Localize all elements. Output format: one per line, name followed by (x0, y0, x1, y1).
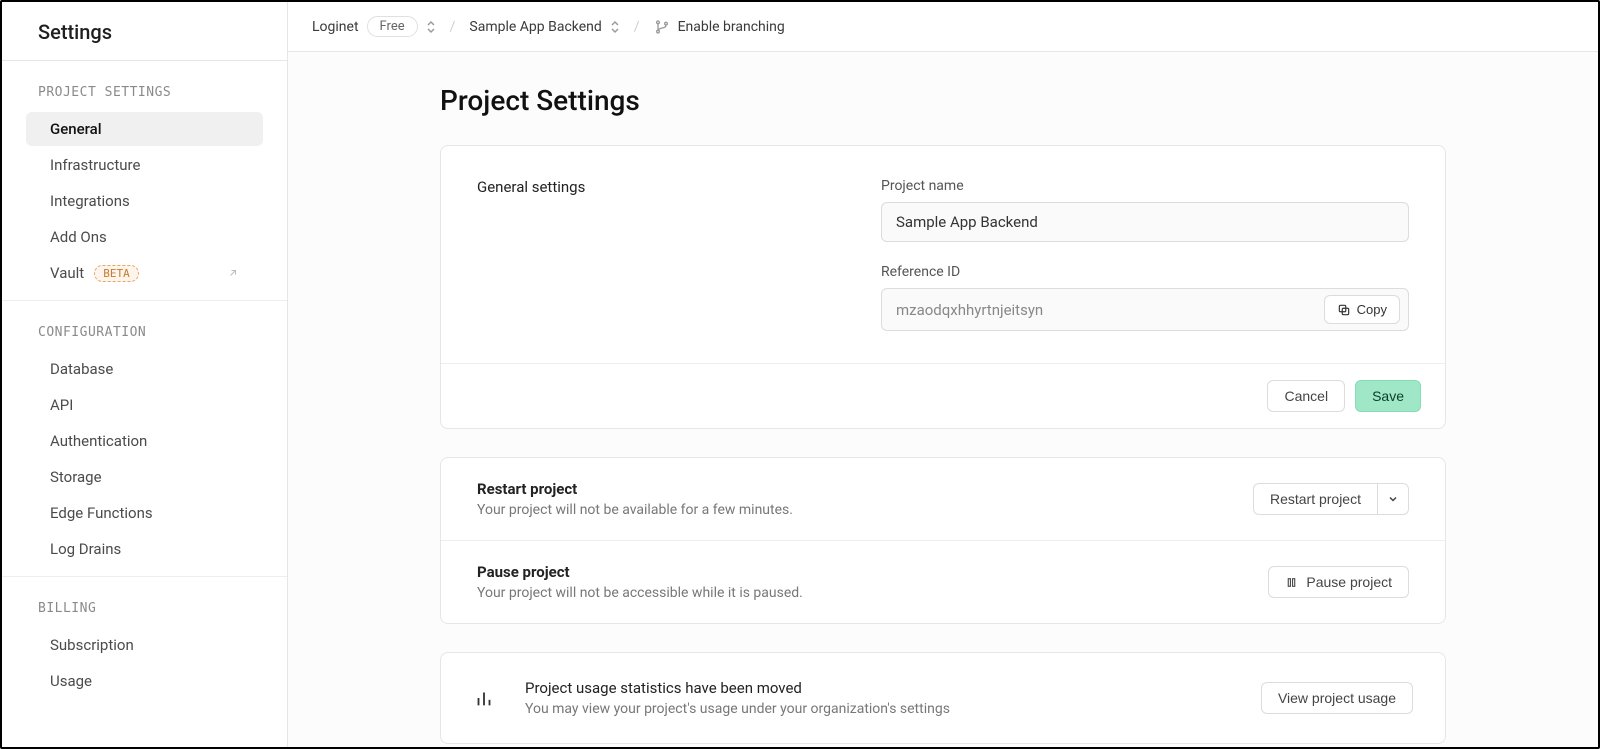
pause-button[interactable]: Pause project (1268, 566, 1409, 598)
enable-branching-button[interactable]: Enable branching (654, 19, 785, 35)
sidebar-item-label: Vault (50, 264, 84, 282)
reference-id-field: mzaodqxhhyrtnjeitsyn Copy (881, 288, 1409, 331)
general-settings-card: General settings Project name Reference … (440, 145, 1446, 429)
sidebar-item-add-ons[interactable]: Add Ons (26, 220, 263, 254)
sidebar-item-label: Storage (50, 468, 102, 486)
sidebar-item-label: Usage (50, 672, 92, 690)
sidebar-item-label: Add Ons (50, 228, 107, 246)
app-root: Settings PROJECT SETTINGS General Infrastr… (0, 0, 1600, 749)
card-footer: Cancel Save (441, 363, 1445, 428)
org-name: Loginet (312, 19, 359, 35)
bar-chart-icon (473, 687, 495, 709)
sidebar-item-vault[interactable]: Vault BETA (26, 256, 263, 290)
pause-row: Pause project Your project will not be a… (441, 540, 1445, 623)
project-name: Sample App Backend (469, 19, 601, 35)
sidebar-item-edge-functions[interactable]: Edge Functions (26, 496, 263, 530)
usage-info-title: Project usage statistics have been moved (525, 679, 950, 697)
section-heading: CONFIGURATION (14, 325, 275, 352)
sidebar-item-authentication[interactable]: Authentication (26, 424, 263, 458)
sidebar-item-label: Log Drains (50, 540, 121, 558)
reference-id-value: mzaodqxhhyrtnjeitsyn (896, 301, 1324, 319)
breadcrumb: Loginet Free / Sample App Backend / (288, 2, 1598, 52)
sidebar-item-storage[interactable]: Storage (26, 460, 263, 494)
breadcrumb-divider: / (450, 19, 456, 35)
content-scroll[interactable]: Project Settings General settings Projec… (288, 52, 1598, 747)
sidebar-item-label: API (50, 396, 73, 414)
sidebar-item-usage[interactable]: Usage (26, 664, 263, 698)
sidebar-item-label: Authentication (50, 432, 147, 450)
pause-title: Pause project (477, 563, 803, 581)
restart-button[interactable]: Restart project (1253, 483, 1378, 515)
restart-button-group: Restart project (1253, 483, 1409, 515)
sidebar-header: Settings (2, 2, 287, 61)
project-name-label: Project name (881, 178, 1409, 194)
sidebar-item-subscription[interactable]: Subscription (26, 628, 263, 662)
sidebar: Settings PROJECT SETTINGS General Infrastr… (2, 2, 288, 747)
sidebar-item-label: Database (50, 360, 113, 378)
copy-icon (1337, 303, 1351, 317)
external-link-icon (227, 267, 239, 279)
sidebar-item-integrations[interactable]: Integrations (26, 184, 263, 218)
enable-branching-label: Enable branching (678, 19, 785, 35)
view-project-usage-button[interactable]: View project usage (1261, 682, 1413, 714)
sidebar-section: BILLING Subscription Usage (2, 577, 287, 708)
copy-button[interactable]: Copy (1324, 295, 1400, 324)
usage-info-desc: You may view your project's usage under … (525, 701, 950, 717)
section-heading: BILLING (14, 601, 275, 628)
beta-badge: BETA (94, 265, 139, 282)
sidebar-item-label: Infrastructure (50, 156, 140, 174)
chevron-updown-icon (610, 20, 620, 34)
page-title: Project Settings (440, 84, 1446, 117)
restart-title: Restart project (477, 480, 793, 498)
pause-button-label: Pause project (1306, 574, 1392, 590)
sidebar-section: PROJECT SETTINGS General Infrastructure Int… (2, 61, 287, 301)
project-name-input[interactable] (881, 202, 1409, 242)
sidebar-section: CONFIGURATION Database API Authentication St… (2, 301, 287, 577)
section-heading: PROJECT SETTINGS (14, 85, 275, 112)
chevron-down-icon (1388, 494, 1398, 504)
git-branch-icon (654, 19, 670, 35)
usage-info-card: Project usage statistics have been moved… (440, 652, 1446, 744)
sidebar-title: Settings (38, 20, 251, 44)
content-inner: Project Settings General settings Projec… (440, 84, 1446, 744)
general-settings-heading: General settings (477, 178, 857, 331)
sidebar-item-label: Subscription (50, 636, 134, 654)
sidebar-item-log-drains[interactable]: Log Drains (26, 532, 263, 566)
sidebar-item-label: General (50, 120, 102, 138)
sidebar-item-api[interactable]: API (26, 388, 263, 422)
main: Loginet Free / Sample App Backend / (288, 2, 1598, 747)
save-button[interactable]: Save (1355, 380, 1421, 412)
sidebar-item-general[interactable]: General (26, 112, 263, 146)
pause-icon (1285, 576, 1298, 589)
pause-desc: Your project will not be accessible whil… (477, 585, 803, 601)
sidebar-item-database[interactable]: Database (26, 352, 263, 386)
sidebar-item-infrastructure[interactable]: Infrastructure (26, 148, 263, 182)
chevron-updown-icon (426, 20, 436, 34)
sidebar-item-label: Integrations (50, 192, 130, 210)
cancel-button[interactable]: Cancel (1267, 380, 1345, 412)
restart-dropdown-button[interactable] (1378, 483, 1409, 515)
org-selector[interactable]: Loginet Free (312, 16, 436, 37)
breadcrumb-divider: / (634, 19, 640, 35)
plan-badge: Free (367, 16, 418, 37)
project-selector[interactable]: Sample App Backend (469, 19, 619, 35)
restart-row: Restart project Your project will not be… (441, 458, 1445, 540)
copy-label: Copy (1357, 302, 1387, 317)
reference-id-label: Reference ID (881, 264, 1409, 280)
sidebar-item-label: Edge Functions (50, 504, 153, 522)
restart-desc: Your project will not be available for a… (477, 502, 793, 518)
project-power-card: Restart project Your project will not be… (440, 457, 1446, 624)
